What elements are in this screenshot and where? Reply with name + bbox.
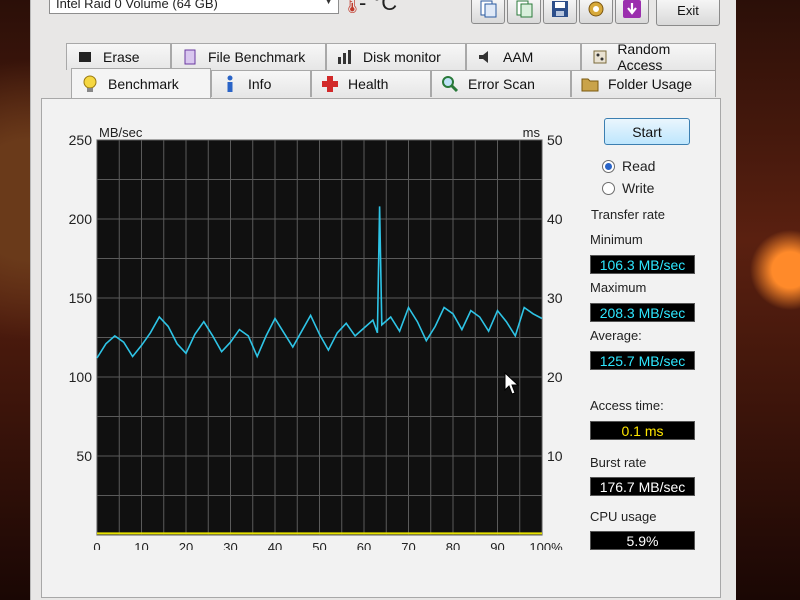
benchmark-chart: 250 200 150 100 50 50 40 30 20 10 MB/sec ms 0 10 20 30 4… [30,125,570,555]
burst-rate-value: 176.7 MB/sec [590,477,695,496]
copy-screenshot-icon [516,0,533,18]
transfer-rate-label: Transfer rate [591,207,665,222]
tab-label: Benchmark [108,75,179,92]
write-radio[interactable]: Write [602,180,654,196]
copy-text-button[interactable] [471,0,505,24]
drive-select[interactable]: Intel Raid 0 Volume (64 GB) ▼ [49,0,339,14]
start-button[interactable]: Start [604,118,690,145]
save-button[interactable] [543,0,577,24]
copy-screenshot-button[interactable] [507,0,541,24]
minimum-label: Minimum [590,232,643,247]
chevron-down-icon: ▼ [323,0,334,7]
tab-label: Info [248,76,272,92]
cpu-usage-value: 5.9% [590,531,695,550]
info-icon [220,74,240,94]
tab-label: Error Scan [468,76,535,92]
maximum-value: 208.3 MB/sec [590,303,695,322]
mouse-pointer-icon [504,372,520,395]
file-benchmark-icon [180,47,200,67]
x-tick-label: 40 [268,540,282,550]
y-left-tick-label: 250 [69,132,93,148]
tab-erase[interactable]: Erase [66,43,171,70]
temperature-label: - °C [359,0,398,15]
drive-select-value: Intel Raid 0 Volume (64 GB) [56,0,218,11]
write-label: Write [622,180,655,196]
access-time-label: Access time: [590,398,664,413]
y-left-unit-label: MB/sec [99,125,143,140]
x-tick-label: 20 [179,540,193,550]
options-button[interactable] [579,0,613,24]
average-label: Average: [590,328,642,343]
tab-health[interactable]: Health [311,70,431,97]
wrench-gear-icon [588,1,604,17]
x-tick-label: 70 [401,540,415,550]
tab-label: Erase [103,49,140,65]
tab-aam[interactable]: AAM [466,43,581,70]
x-tick-label: 80 [446,540,460,550]
x-tick-label: 60 [357,540,371,550]
magnifier-icon [440,74,460,94]
exit-button[interactable]: Exit [656,0,720,26]
tab-label: Random Access [617,41,671,73]
y-left-tick-label: 50 [76,448,92,464]
y-left-tick-label: 150 [69,290,93,306]
health-cross-icon [320,74,340,94]
tab-file-benchmark[interactable]: File Benchmark [171,43,326,70]
cpu-usage-label: CPU usage [590,509,657,524]
tab-label: Health [348,76,389,92]
radio-dot [602,159,615,173]
x-tick-label: 100% [529,540,563,550]
download-button[interactable] [615,0,649,24]
tab-error-scan[interactable]: Error Scan [431,70,571,97]
y-right-unit-label: ms [523,125,541,140]
tab-label: Folder Usage [608,76,693,92]
y-right-tick-label: 50 [547,132,563,148]
y-right-tick-label: 40 [547,211,563,227]
tab-label: Disk monitor [363,49,441,65]
tab-label: AAM [503,49,534,65]
tab-random-access[interactable]: Random Access [581,41,716,73]
minimum-value: 106.3 MB/sec [590,255,695,274]
download-arrow-icon [623,0,641,18]
y-right-tick-label: 30 [547,290,563,306]
benchmark-chart-svg: 250 200 150 100 50 50 40 30 20 10 MB/sec ms 0 10 20 30 4… [69,125,563,555]
x-tick-label: 90 [490,540,504,550]
burst-rate-label: Burst rate [590,455,647,470]
tab-label: File Benchmark [208,49,306,65]
x-tick-label: 30 [223,540,237,550]
tab-info[interactable]: Info [211,70,311,97]
y-left-tick-label: 200 [69,211,93,227]
lightbulb-icon [80,74,100,94]
x-tick-label: 10 [134,540,148,550]
speaker-icon [475,47,495,67]
y-left-tick-label: 100 [69,369,93,385]
tab-folder-usage[interactable]: Folder Usage [571,70,716,97]
tab-disk-monitor[interactable]: Disk monitor [326,43,466,70]
tab-benchmark[interactable]: Benchmark [71,68,211,98]
eraser-icon [75,47,95,67]
y-right-tick-label: 20 [547,369,563,385]
copy-text-icon [480,0,497,18]
folder-icon [580,74,600,94]
floppy-disk-icon [552,1,568,17]
read-radio[interactable]: Read [602,158,655,174]
y-right-tick-label: 10 [547,448,563,464]
bar-chart-icon [335,47,355,67]
average-value: 125.7 MB/sec [590,351,695,370]
random-access-icon [590,47,609,67]
access-time-value: 0.1 ms [590,421,695,440]
radio-dot [602,181,615,195]
read-label: Read [622,158,656,174]
x-tick-label: 0 [93,540,100,550]
maximum-label: Maximum [590,280,647,295]
x-tick-label: 50 [312,540,326,550]
